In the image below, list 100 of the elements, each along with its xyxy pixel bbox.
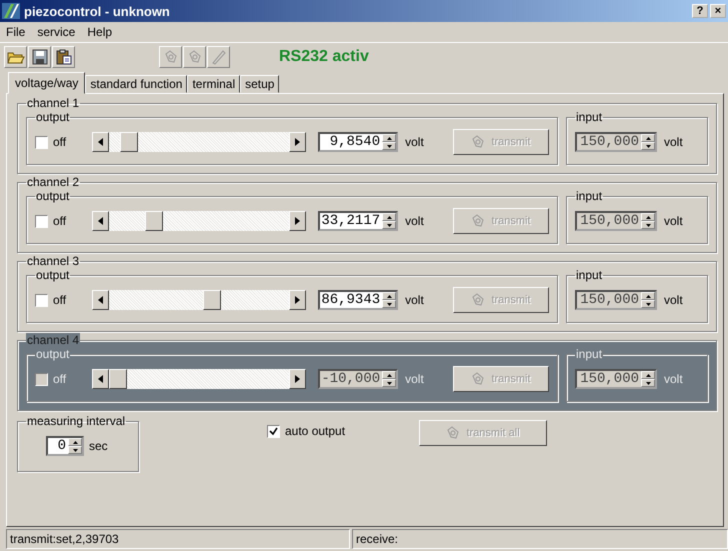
group-label: measuring interval — [26, 414, 126, 428]
up-arrow-icon — [646, 136, 650, 140]
right-arrow-icon — [295, 375, 300, 383]
down-arrow-icon — [72, 448, 78, 452]
spin-down-button[interactable] — [382, 300, 396, 308]
off-label: off — [53, 214, 66, 228]
spin-down-button[interactable] — [641, 379, 655, 387]
group-label: input — [575, 347, 604, 361]
open-folder-button[interactable] — [4, 46, 27, 68]
down-arrow-icon — [386, 224, 392, 226]
down-arrow-icon — [646, 144, 650, 148]
voltage-slider[interactable] — [92, 211, 306, 231]
voltage-spin-field[interactable]: 86,9343 — [318, 290, 398, 310]
scroll-right-button[interactable] — [289, 132, 306, 152]
toolbar-button[interactable] — [159, 46, 182, 68]
spin-up-button[interactable] — [382, 292, 396, 300]
up-arrow-icon — [386, 216, 392, 218]
scroll-left-button[interactable] — [92, 290, 110, 310]
group-label: input — [575, 110, 604, 124]
channel-title: channel 4 — [26, 333, 80, 347]
spin-down-button[interactable] — [641, 142, 655, 150]
voltage-spin-field[interactable]: 9,8540 — [318, 132, 398, 152]
scroll-right-button[interactable] — [289, 211, 306, 231]
slider-thumb[interactable] — [203, 290, 222, 310]
up-arrow-icon — [386, 294, 392, 298]
off-label: off — [53, 293, 66, 307]
up-arrow-icon — [646, 294, 650, 298]
right-arrow-icon — [295, 217, 300, 225]
off-label: off — [53, 135, 66, 149]
tab[interactable]: terminal — [187, 75, 240, 93]
interval-spin-field[interactable]: 0 — [46, 436, 84, 456]
up-arrow-icon — [386, 374, 392, 376]
spin-up-button[interactable] — [641, 371, 655, 379]
spin-down-button[interactable] — [641, 300, 655, 308]
scroll-right-button[interactable] — [289, 290, 306, 310]
auto-output-label: auto output — [285, 424, 346, 438]
spin-up-button[interactable] — [641, 213, 655, 221]
input-spin-field[interactable]: 150,000 — [575, 211, 657, 231]
scroll-left-button[interactable] — [92, 211, 110, 231]
right-arrow-icon — [295, 138, 300, 146]
tab[interactable]: standard function — [85, 75, 188, 93]
channel-title: channel 1 — [26, 96, 80, 110]
off-checkbox[interactable] — [35, 294, 48, 306]
spin-up-button[interactable] — [382, 134, 396, 142]
unit-label: sec — [89, 439, 108, 453]
up-arrow-icon — [646, 216, 650, 218]
title-bar-button[interactable]: × — [710, 4, 726, 18]
tab[interactable]: setup — [240, 75, 280, 93]
input-spin-field[interactable]: 150,000 — [575, 132, 657, 152]
channel-title: channel 2 — [26, 175, 80, 189]
input-spin-field[interactable]: 150,000 — [575, 290, 657, 310]
auto-output-checkbox[interactable] — [267, 424, 280, 438]
spin-down-button[interactable] — [68, 446, 82, 454]
down-arrow-icon — [386, 144, 392, 148]
off-label: off — [53, 372, 66, 386]
off-checkbox[interactable] — [35, 214, 48, 228]
slider-thumb[interactable] — [120, 132, 138, 152]
unit-label: volt — [405, 214, 424, 228]
spin-down-button[interactable] — [382, 142, 396, 150]
left-arrow-icon — [98, 138, 104, 146]
unit-label: volt — [664, 214, 683, 228]
tab[interactable]: voltage/way — [8, 72, 86, 94]
spin-up-button[interactable] — [641, 134, 655, 142]
up-arrow-icon — [646, 374, 650, 376]
down-arrow-icon — [646, 382, 650, 384]
title-bar-button[interactable]: ? — [692, 4, 708, 18]
spin-down-button[interactable] — [382, 221, 396, 229]
unit-label: volt — [664, 372, 683, 386]
left-arrow-icon — [98, 375, 104, 383]
unit-label: volt — [405, 372, 424, 386]
menu-item[interactable]: Help — [87, 25, 112, 39]
scroll-right-button[interactable] — [289, 369, 306, 389]
up-arrow-icon — [72, 440, 78, 444]
voltage-slider[interactable] — [92, 369, 306, 389]
unit-label: volt — [405, 135, 424, 149]
spin-up-button[interactable] — [68, 438, 82, 446]
group-label: output — [35, 110, 70, 124]
scroll-left-button[interactable] — [92, 132, 110, 152]
menu-item[interactable]: service — [37, 25, 76, 39]
voltage-slider[interactable] — [92, 132, 306, 152]
window-title: piezocontrol - unknown — [24, 4, 171, 18]
spin-up-button[interactable] — [382, 213, 396, 221]
group-label: output — [35, 347, 70, 361]
group-label: output — [35, 189, 70, 203]
pen-icon — [210, 49, 226, 65]
off-checkbox[interactable] — [35, 136, 48, 148]
clipboard-button[interactable] — [52, 46, 75, 68]
voltage-spin-field[interactable]: 33,2117 — [318, 211, 398, 231]
voltage-slider[interactable] — [92, 290, 306, 310]
save-disk-button[interactable] — [28, 46, 51, 68]
slider-thumb[interactable] — [144, 211, 163, 231]
toolbar-button[interactable] — [183, 46, 206, 68]
spin-up-button[interactable] — [641, 292, 655, 300]
unit-label: volt — [664, 293, 683, 307]
scroll-left-button[interactable] — [92, 369, 110, 389]
group-label: input — [575, 189, 604, 203]
group-label: input — [575, 268, 604, 282]
menu-item[interactable]: File — [6, 25, 26, 39]
toolbar-button[interactable] — [207, 46, 230, 68]
spin-down-button[interactable] — [641, 221, 655, 229]
